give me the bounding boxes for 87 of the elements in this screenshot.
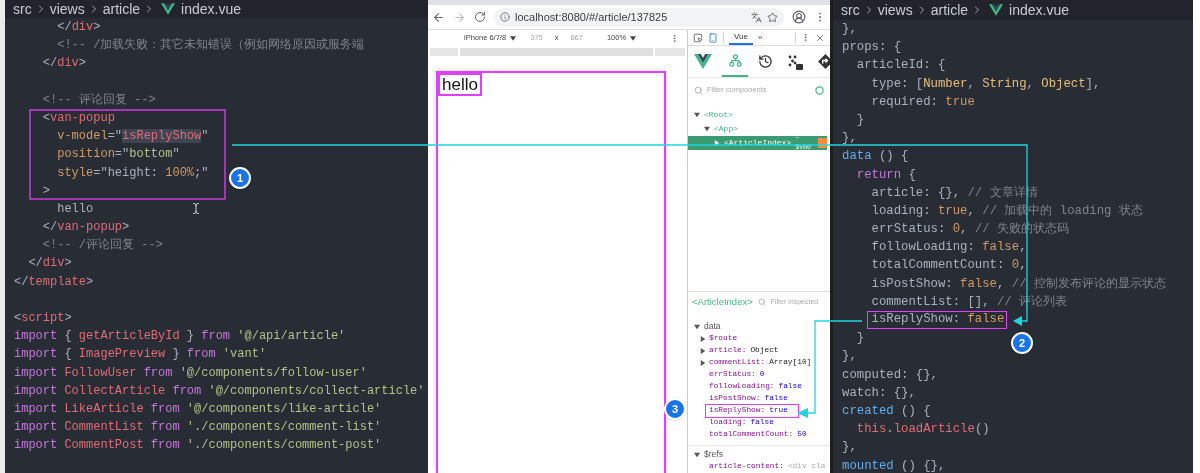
section-header[interactable]: $refs — [688, 448, 723, 461]
code-line: }, — [842, 439, 857, 457]
breadcrumb-item[interactable]: views — [877, 0, 913, 21]
code-line: this.loadArticle() — [856, 421, 990, 439]
code-line: mounted () {}, — [842, 457, 946, 473]
refresh-circle-icon[interactable] — [815, 85, 824, 95]
code-line: <!-- /评论回复 --> — [42, 237, 163, 255]
code-line: }, — [842, 348, 857, 366]
code-line: import FollowUser from '@/components/follow-user' — [14, 364, 367, 382]
breadcrumb-item[interactable]: index.vue — [181, 0, 241, 20]
code-line: import LikeArticle from '@/components/like-article' — [14, 400, 382, 418]
code-line: </div> — [42, 55, 87, 73]
code-line: import CollectArticle from '@/components/collect-article' — [14, 382, 425, 400]
code-line: </van-popup> — [42, 219, 130, 237]
code-line: </template> — [14, 273, 94, 291]
router-icon — [817, 54, 830, 69]
code-line: articleId: { — [856, 57, 946, 75]
star-icon[interactable] — [767, 11, 778, 23]
code-line: import { ImagePreview } from 'vant' — [14, 346, 267, 364]
search-icon — [694, 85, 703, 95]
vuex-icon — [787, 53, 803, 70]
breadcrumb-item[interactable]: article — [930, 0, 969, 21]
address-bar[interactable]: localhost:8080/#/article/137825 — [494, 7, 784, 27]
code-line: }, — [842, 21, 857, 38]
component-tree-icon — [727, 53, 743, 68]
expanded-triangle-icon[interactable] — [694, 323, 700, 330]
code-line: watch: {}, — [842, 384, 916, 402]
code-line: }, — [842, 130, 857, 148]
code-line: style="height: 100%;" — [57, 164, 209, 182]
inspect-icon[interactable] — [693, 32, 703, 43]
code-line: return { — [856, 166, 916, 184]
breadcrumb-item[interactable]: index.vue — [1009, 0, 1069, 21]
translate-icon[interactable] — [751, 11, 762, 23]
code-line: required: true — [871, 93, 975, 111]
reload-icon[interactable] — [474, 11, 486, 23]
code-line: </div> — [28, 255, 72, 273]
devtools-menu-icon[interactable] — [801, 33, 810, 42]
code-line: hello — [57, 200, 94, 218]
code-line: props: { — [842, 39, 902, 57]
code-line: position="bottom" — [57, 146, 180, 164]
collapsed-triangle-icon[interactable] — [714, 140, 720, 146]
vue-file-icon — [989, 4, 1004, 16]
dropdown-caret-icon — [510, 35, 517, 41]
text-cursor-icon — [190, 202, 202, 215]
inspected-component-name: <ArticleIndex> — [692, 294, 753, 309]
page-text: hello — [438, 73, 482, 96]
devtools-tab[interactable]: Vue — [729, 30, 753, 45]
url-text: localhost:8080/#/article/137825 — [515, 9, 668, 25]
code-line: created () { — [842, 402, 931, 420]
code-line: data () { — [842, 148, 909, 166]
expanded-triangle-icon[interactable] — [704, 126, 710, 132]
code-line: isPostShow: false, // 控制发布评论的显示状态 — [871, 275, 1166, 293]
more-tabs-button[interactable]: » — [757, 31, 763, 44]
dropdown-caret-icon — [630, 35, 637, 41]
code-line: <!-- /加载失败：其它未知错误（例如网络原因或服务端 — [57, 37, 365, 55]
history-icon — [757, 54, 773, 69]
breadcrumb-item[interactable]: src — [841, 0, 860, 21]
breadcrumb-item[interactable]: src — [13, 0, 32, 20]
code-line: import CommentPost from './components/comment-post' — [14, 437, 382, 455]
breadcrumb-item[interactable]: views — [49, 0, 85, 20]
section-header[interactable]: data — [688, 320, 721, 333]
code-line: <van-popup — [42, 109, 115, 127]
code-line: <script> — [14, 310, 72, 327]
vue-file-icon — [161, 3, 176, 15]
code-line: totalCommentCount: 0, — [871, 257, 1027, 275]
code-line: v-model="isReplyShow" — [57, 128, 209, 146]
expanded-triangle-icon[interactable] — [694, 451, 700, 458]
code-line: import CommentList from './components/comment-list' — [14, 419, 382, 437]
more-options-icon[interactable] — [670, 33, 679, 43]
code-line: type: [Number, String, Object], — [871, 75, 1101, 93]
search-icon — [757, 298, 766, 306]
code-line: followLoading: false, — [871, 239, 1027, 257]
back-icon[interactable] — [432, 10, 445, 24]
breadcrumb-item[interactable]: article — [102, 0, 141, 20]
profile-icon[interactable] — [792, 10, 806, 24]
device-toggle-icon[interactable] — [708, 32, 718, 43]
expanded-triangle-icon[interactable] — [694, 112, 700, 118]
code-line: </div> — [57, 19, 101, 36]
code-line: } — [856, 330, 865, 348]
vue-logo-icon — [694, 54, 712, 69]
info-icon — [500, 12, 510, 22]
code-line: <!-- 评论回复 --> — [42, 91, 156, 109]
close-icon[interactable] — [815, 32, 825, 43]
code-line: computed: {}, — [842, 366, 938, 384]
code-line: import { getArticleById } from '@/api/article' — [14, 328, 346, 346]
code-line: > — [42, 182, 50, 200]
code-line: } — [856, 111, 865, 129]
